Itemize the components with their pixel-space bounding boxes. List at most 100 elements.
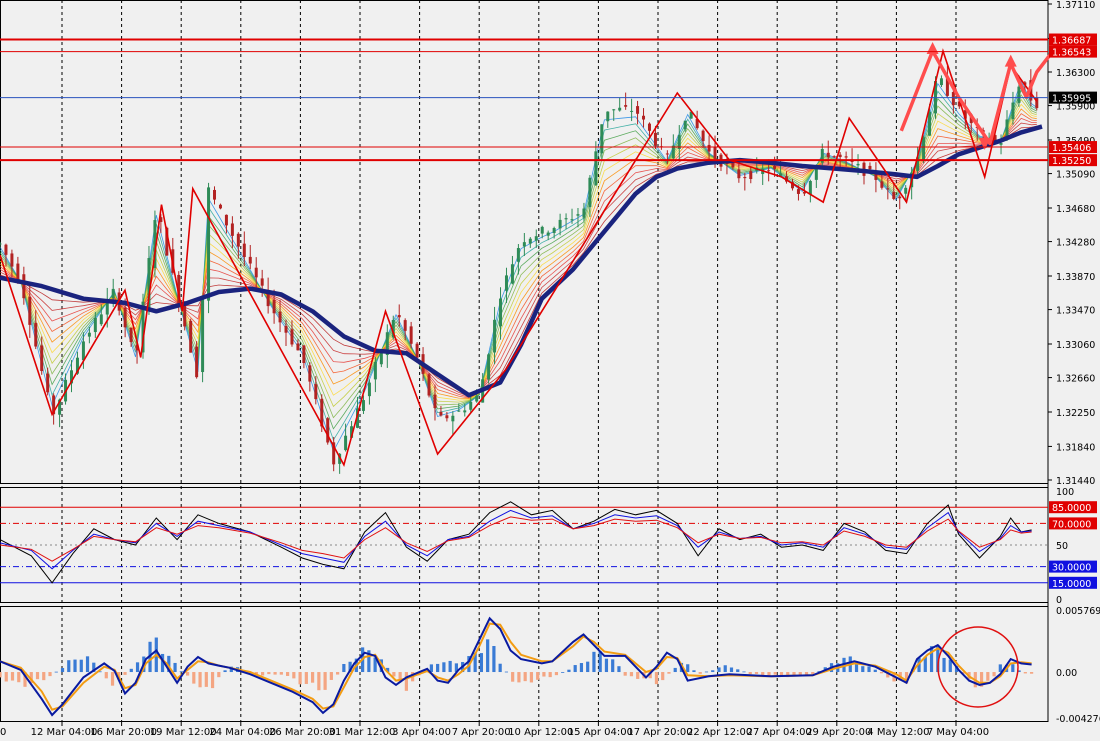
candle-body [81,341,85,361]
macd-tick-label: 0.00 [1056,668,1077,679]
macd-histogram-bar [267,672,271,675]
macd-histogram-bar [10,672,15,681]
price-tick-label: 1.33470 [1056,306,1095,317]
rsi-level-label: 15.0000 [1052,579,1091,590]
candle-body [457,410,461,412]
macd-histogram-bar [135,662,140,673]
price-level-label: 1.36543 [1052,48,1091,59]
price-tick-label: 1.34680 [1056,204,1095,215]
macd-histogram-bar [342,663,346,673]
candle-body [344,435,348,451]
price-level-label: 1.36687 [1052,36,1091,47]
candle-body [195,346,199,378]
candle-body [207,187,211,301]
candle-body [189,320,193,353]
candle-body [749,171,753,180]
candle-body [743,177,747,179]
candle-body [939,78,943,86]
macd-histogram-bar [867,666,871,673]
macd-histogram-bar [35,672,40,680]
macd-histogram-bar [636,672,640,679]
macd-histogram-bar [67,660,71,673]
candle-body [213,189,217,200]
macd-histogram-bar [767,672,771,676]
macd-histogram-bar [554,672,559,676]
candle-body [475,395,479,402]
candle-body [868,165,872,170]
time-tick-label: 10 Apr 12:00 [508,727,573,738]
macd-histogram-bar [611,659,615,673]
time-tick-label: 7 Apr 20:00 [452,727,511,738]
candle-body [886,188,890,190]
macd-histogram-bar [873,669,877,673]
candle-body [40,345,44,372]
macd-histogram-bar [623,672,627,676]
macd-histogram-bar [861,666,865,673]
current-price-label: 1.35995 [1052,94,1091,105]
candle-body [236,233,240,247]
candle-body [4,244,8,255]
candle-body [296,343,300,351]
macd-histogram-bar [536,672,540,680]
macd-histogram-bar [661,672,665,681]
macd-histogram-bar [686,664,690,673]
time-tick-label: 17 Apr 20:00 [627,727,692,738]
candle-body [445,415,449,419]
candle-body [28,296,32,325]
time-tick-label: 29 Apr 20:00 [806,727,871,738]
macd-histogram-bar [479,653,484,673]
macd-histogram-bar [573,665,577,673]
candle-body [427,374,431,396]
macd-histogram-bar [486,639,490,673]
candle-body [713,147,717,159]
candle-body [856,163,860,166]
macd-histogram-bar [73,659,77,673]
candle-body [22,274,26,299]
macd-histogram-bar [742,671,746,673]
candle-body [737,169,741,179]
price-tick-label: 1.33060 [1056,340,1095,351]
rsi-level-label: 70.0000 [1052,519,1091,530]
macd-tick-label: 0.005769 [1056,606,1100,617]
rsi-tick-label: 50 [1056,541,1068,552]
candle-body [582,208,586,218]
price-tick-label: 1.31840 [1056,442,1095,453]
macd-histogram-bar [617,666,621,673]
macd-histogram-bar [567,669,571,673]
time-tick-label: 3 Apr 04:00 [392,727,451,738]
rsi-level-label: 85.0000 [1052,503,1091,514]
candle-body [606,111,610,122]
candle-body [838,154,842,158]
macd-histogram-bar [1023,672,1027,674]
macd-histogram-bar [329,672,333,680]
price-level-label: 1.35406 [1052,143,1091,154]
candle-body [773,165,777,169]
candle-body [540,226,544,234]
trading-chart[interactable]: 1.371101.367001.363001.359001.354901.350… [0,0,1100,741]
candle-body [922,137,926,161]
candle-body [230,223,234,236]
candle-body [504,275,508,291]
candle-body [707,144,711,152]
macd-histogram-bar [279,672,283,675]
macd-histogram-bar [517,672,521,683]
macd-histogram-bar [129,668,133,673]
candle-body [588,177,592,208]
macd-histogram-bar [992,672,996,677]
chart-svg[interactable]: 1.371101.367001.363001.359001.354901.350… [0,0,1100,741]
candle-body [439,411,443,416]
macd-histogram-bar [185,672,190,676]
candle-body [493,319,497,353]
macd-histogram-bar [754,672,759,674]
candle-body [647,123,651,131]
price-tick-label: 1.36300 [1056,68,1095,79]
candle-body [218,204,222,209]
candle-body [201,295,205,373]
macd-histogram-bar [79,659,83,673]
candle-body [951,92,955,106]
price-tick-label: 1.35090 [1056,170,1095,181]
candle-body [516,248,520,262]
macd-histogram-bar [692,670,696,673]
candle-body [248,256,252,264]
macd-histogram-bar [311,672,315,683]
